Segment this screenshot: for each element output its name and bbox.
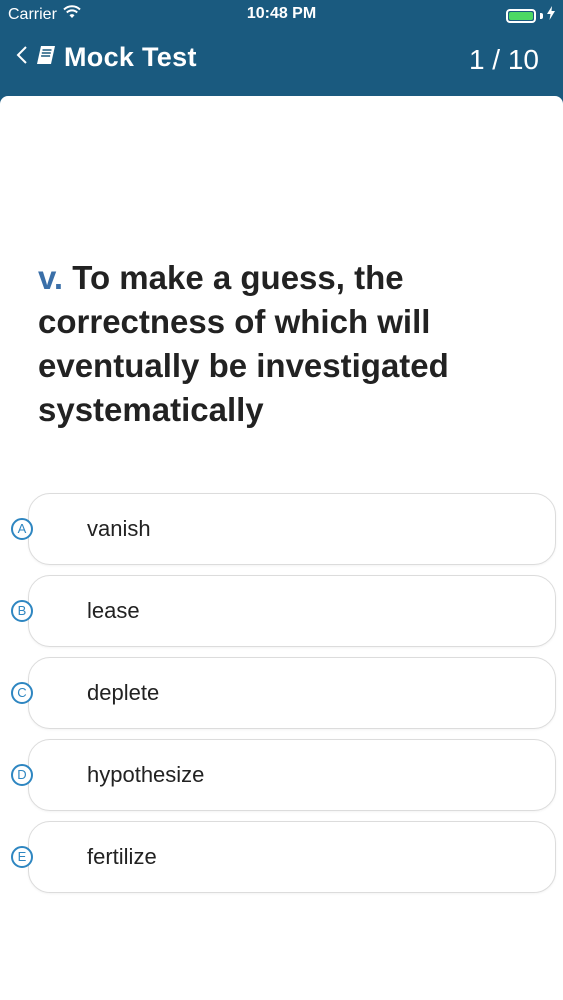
option-card[interactable]: deplete xyxy=(28,657,556,729)
question-number: v. xyxy=(38,259,64,296)
option-letter-badge: D xyxy=(11,764,33,786)
status-time: 10:48 PM xyxy=(246,5,317,22)
battery-cap xyxy=(540,12,543,19)
question-body: To make a guess, the correctness of whic… xyxy=(38,259,449,428)
status-right xyxy=(506,6,555,25)
option-b[interactable]: lease B xyxy=(0,575,563,649)
nav-bar: Mock Test 1 / 10 xyxy=(0,30,563,94)
option-letter-badge: A xyxy=(11,518,33,540)
option-a[interactable]: vanish A xyxy=(0,493,563,567)
option-letter-badge: B xyxy=(11,600,33,622)
option-text: lease xyxy=(87,598,140,623)
back-button[interactable]: Mock Test xyxy=(16,42,197,73)
option-text: vanish xyxy=(87,516,151,541)
option-card[interactable]: hypothesize xyxy=(28,739,556,811)
chevron-left-icon xyxy=(16,45,28,70)
option-letter-badge: C xyxy=(11,682,33,704)
option-text: hypothesize xyxy=(87,762,205,787)
option-card[interactable]: vanish xyxy=(28,493,556,565)
option-text: fertilize xyxy=(87,844,157,869)
book-icon xyxy=(34,43,58,72)
option-e[interactable]: fertilize E xyxy=(0,821,563,895)
charging-bolt-icon xyxy=(547,6,555,25)
question-text: v. To make a guess, the correctness of w… xyxy=(38,256,518,432)
option-text: deplete xyxy=(87,680,160,705)
page-title: Mock Test xyxy=(64,42,197,72)
question-progress: 1 / 10 xyxy=(468,44,539,75)
option-letter-badge: E xyxy=(11,846,33,868)
option-c[interactable]: deplete C xyxy=(0,657,563,731)
status-bar: Carrier 10:48 PM xyxy=(0,0,563,30)
battery-icon xyxy=(506,8,536,23)
option-card[interactable]: lease xyxy=(28,575,556,647)
option-d[interactable]: hypothesize D xyxy=(0,739,563,813)
battery-level xyxy=(509,11,533,20)
answer-options: vanish A lease B deplete C hypothesize D… xyxy=(0,493,563,903)
option-card[interactable]: fertilize xyxy=(28,821,556,893)
